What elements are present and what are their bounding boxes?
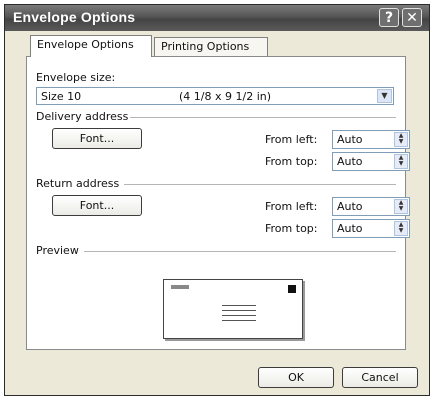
close-button[interactable]: ✕ <box>402 8 422 27</box>
tab-printing-options[interactable]: Printing Options <box>154 37 268 57</box>
stamp-icon <box>288 285 296 293</box>
return-address-group-label: Return address <box>36 177 120 190</box>
help-button[interactable]: ? <box>379 8 399 27</box>
spinner-arrows-icon[interactable]: ▲ ▼ <box>394 221 408 236</box>
address-line-mark <box>222 315 256 316</box>
return-font-button[interactable]: Font... <box>52 195 142 216</box>
return-from-left-value: Auto <box>337 200 363 213</box>
address-line-mark <box>222 320 256 321</box>
dialog-title: Envelope Options <box>13 9 136 25</box>
delivery-from-top-input[interactable]: Auto ▲ ▼ <box>332 152 410 171</box>
delivery-from-left-input[interactable]: Auto ▲ ▼ <box>332 130 410 149</box>
return-from-top-label: From top: <box>265 222 318 235</box>
envelope-size-name: Size 10 <box>41 90 82 103</box>
chevron-down-icon[interactable]: ▼ <box>377 89 392 103</box>
delivery-from-top-value: Auto <box>337 155 363 168</box>
return-from-left-input[interactable]: Auto ▲ ▼ <box>332 197 410 216</box>
spinner-arrows-icon[interactable]: ▲ ▼ <box>394 154 408 169</box>
delivery-from-left-value: Auto <box>337 133 363 146</box>
title-bar[interactable]: Envelope Options ? ✕ <box>5 5 429 31</box>
close-icon: ✕ <box>406 10 418 26</box>
envelope-preview[interactable] <box>163 279 303 339</box>
delivery-from-left-label: From left: <box>265 133 318 146</box>
return-address-mark <box>171 285 189 289</box>
help-icon: ? <box>384 10 394 26</box>
preview-group-label: Preview <box>36 244 79 257</box>
cancel-button[interactable]: Cancel <box>342 367 418 388</box>
envelope-size-dimensions: (4 1/8 x 9 1/2 in) <box>179 90 272 103</box>
address-line-mark <box>222 305 256 306</box>
delivery-font-button[interactable]: Font... <box>52 128 142 149</box>
ok-button[interactable]: OK <box>258 367 334 388</box>
tab-envelope-options[interactable]: Envelope Options <box>30 35 152 57</box>
preview-group-divider <box>84 251 396 252</box>
return-from-top-input[interactable]: Auto ▲ ▼ <box>332 219 410 238</box>
envelope-size-label: Envelope size: <box>36 71 116 84</box>
address-line-mark <box>222 310 256 311</box>
return-from-top-value: Auto <box>337 222 363 235</box>
return-from-left-label: From left: <box>265 200 318 213</box>
delivery-from-top-label: From top: <box>265 155 318 168</box>
delivery-address-group-label: Delivery address <box>36 110 129 123</box>
envelope-size-select[interactable]: Size 10 (4 1/8 x 9 1/2 in) ▼ <box>36 87 394 105</box>
delivery-group-divider <box>130 117 396 118</box>
spinner-arrows-icon[interactable]: ▲ ▼ <box>394 132 408 147</box>
spinner-arrows-icon[interactable]: ▲ ▼ <box>394 199 408 214</box>
return-group-divider <box>124 184 396 185</box>
